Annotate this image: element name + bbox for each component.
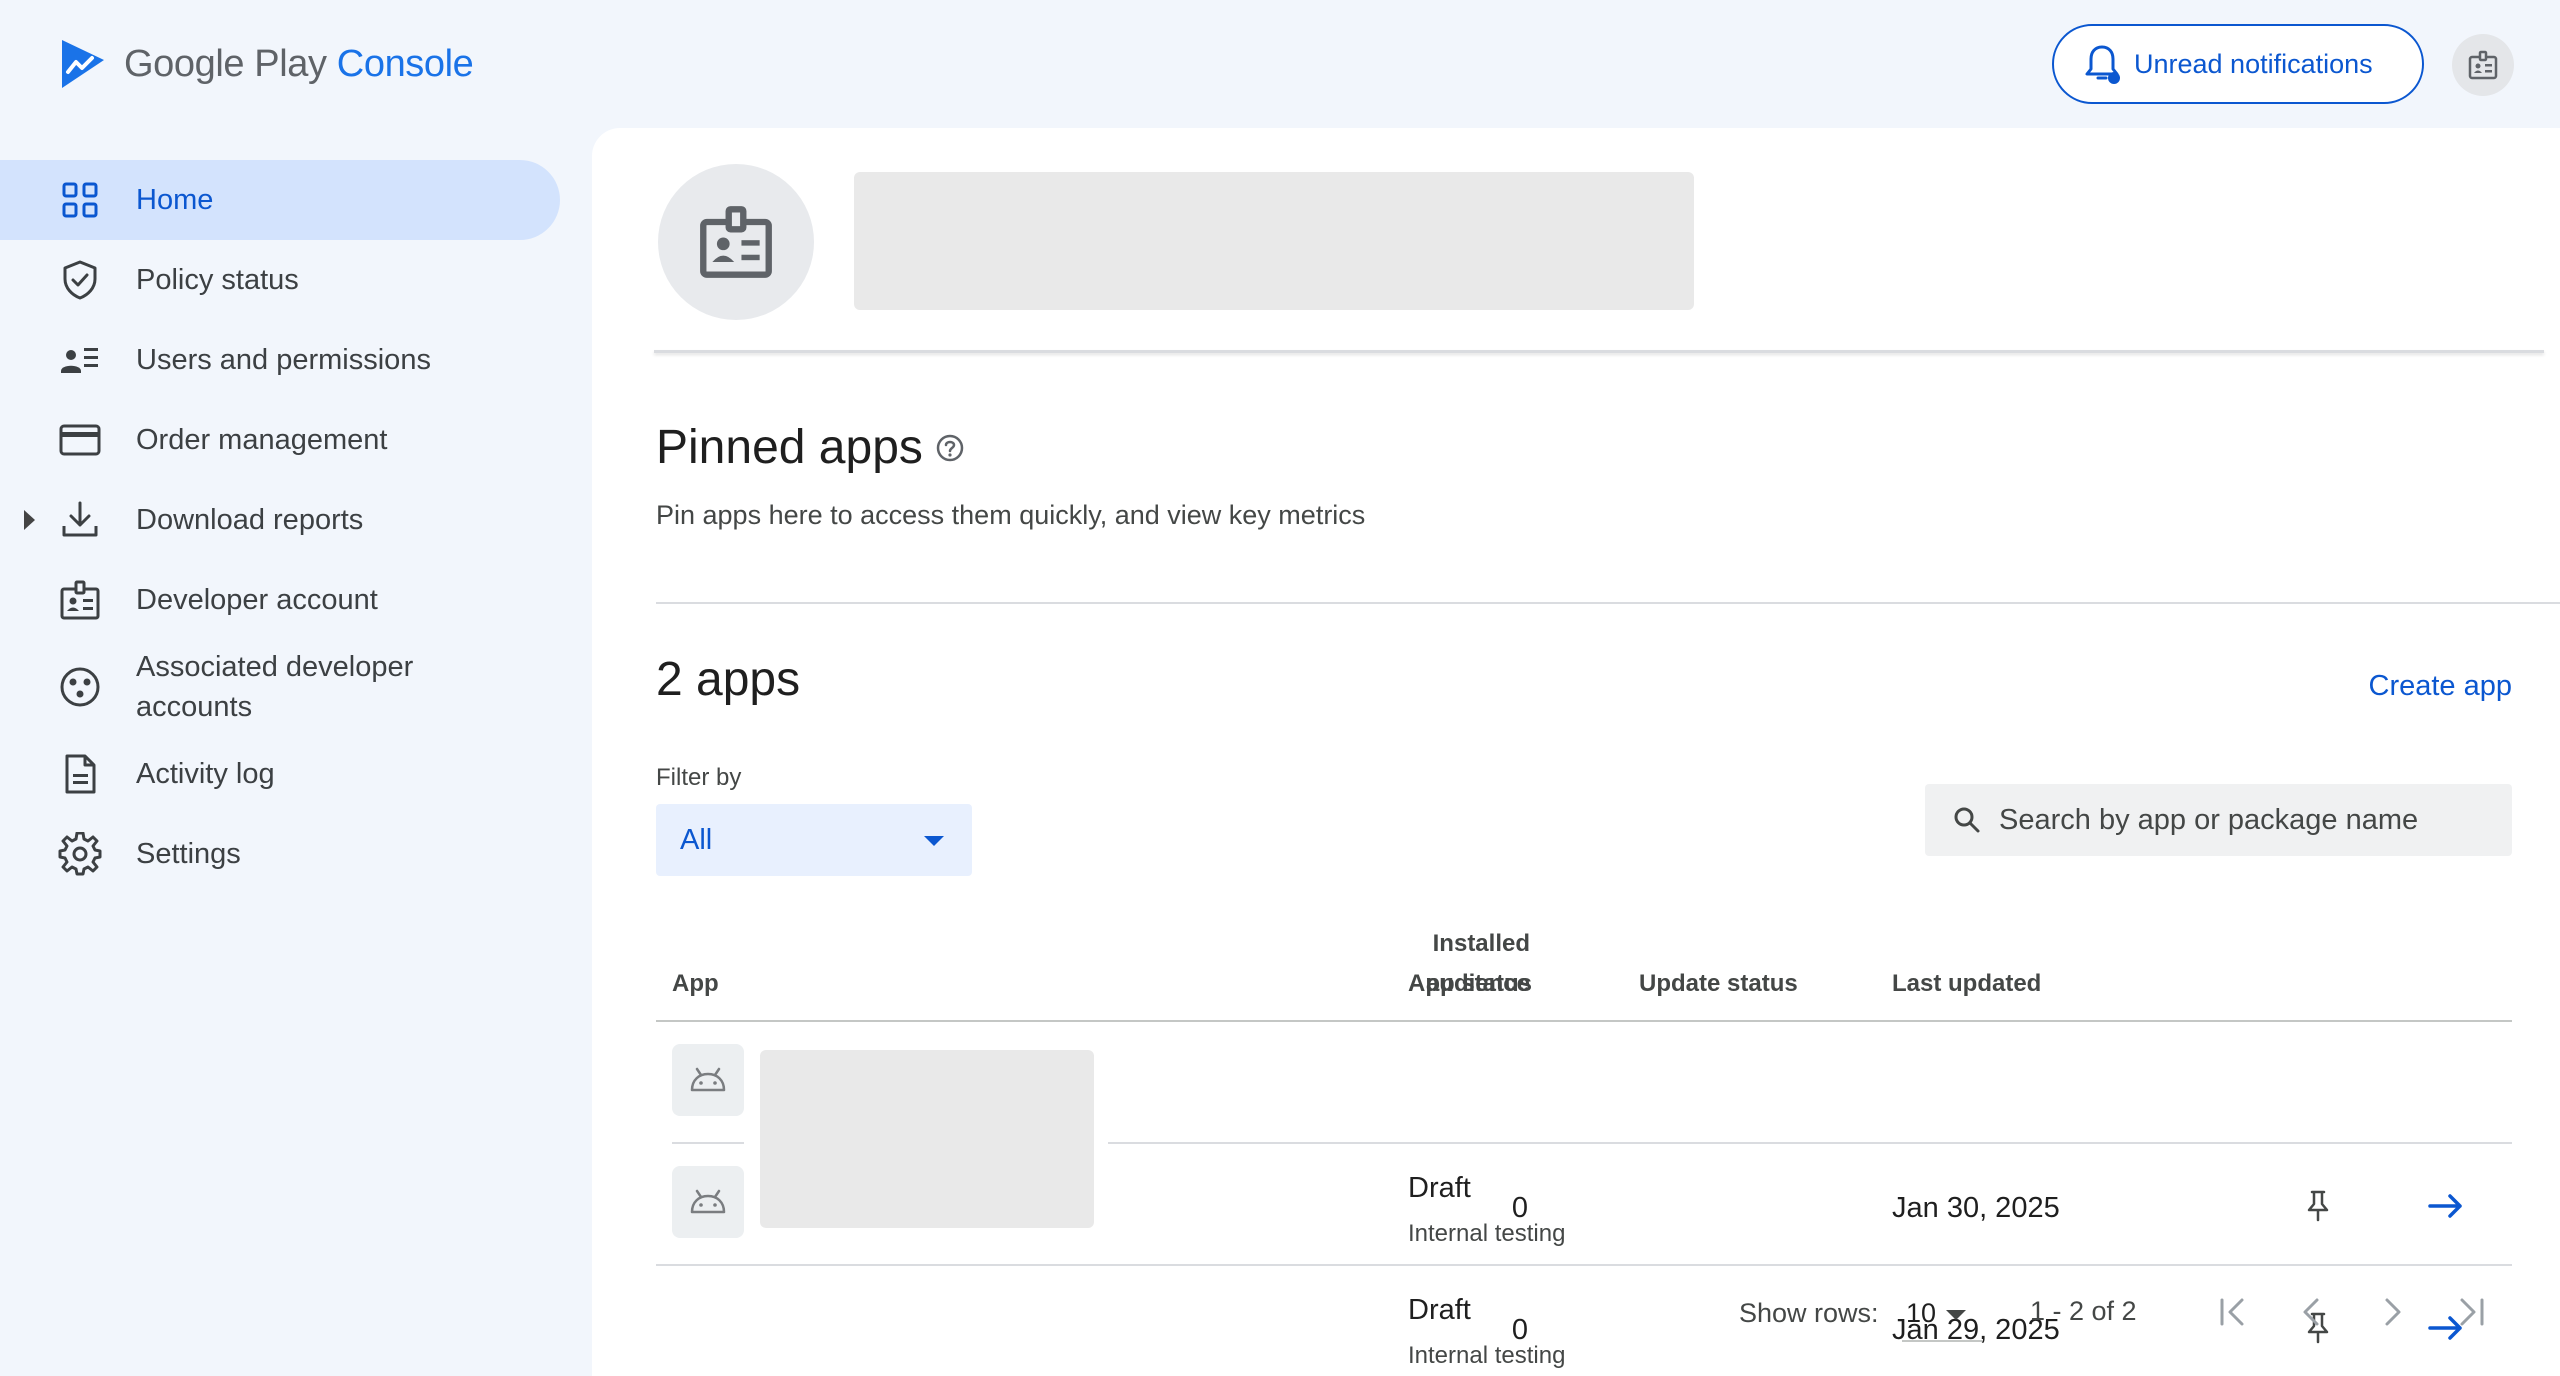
sidebar-nav: Home Policy status Users and permissions… bbox=[0, 160, 560, 894]
dropdown-arrow-icon bbox=[1946, 1310, 1966, 1320]
pin-icon bbox=[2307, 1190, 2329, 1222]
app-icon bbox=[672, 1166, 744, 1238]
row-divider bbox=[1108, 1142, 2512, 1144]
sidebar-item-settings[interactable]: Settings bbox=[0, 814, 560, 894]
open-app-button[interactable] bbox=[2422, 1182, 2470, 1230]
sidebar-item-users-and-permissions[interactable]: Users and permissions bbox=[0, 320, 560, 400]
rows-per-page-select[interactable]: 10 bbox=[1902, 1282, 1982, 1342]
filter-dropdown[interactable]: All bbox=[656, 804, 972, 876]
table-header-divider bbox=[656, 1020, 2512, 1022]
sidebar-item-label: Home bbox=[136, 184, 214, 216]
unread-notifications-button[interactable]: Unread notifications bbox=[2052, 24, 2424, 104]
sidebar-item-associated-developer-accounts[interactable]: Associated developer accounts bbox=[0, 640, 560, 734]
previous-page-button[interactable] bbox=[2290, 1290, 2334, 1334]
dropdown-arrow-icon bbox=[924, 836, 944, 846]
logo-text-google-play: Google Play bbox=[124, 42, 327, 85]
header-divider bbox=[654, 350, 2544, 353]
sidebar-item-activity-log[interactable]: Activity log bbox=[0, 734, 560, 814]
sidebar-item-label: Associated developer accounts bbox=[136, 651, 414, 723]
sidebar-item-label: Order management bbox=[136, 424, 388, 456]
badge-icon bbox=[700, 206, 772, 278]
arrow-right-icon bbox=[2428, 1194, 2462, 1218]
logo-text: Google Play Console bbox=[124, 42, 474, 86]
play-console-logo[interactable]: Google Play Console bbox=[58, 36, 474, 92]
sidebar-item-label: Users and permissions bbox=[136, 344, 431, 376]
sidebar-item-label: Developer account bbox=[136, 584, 378, 616]
app-name-placeholder bbox=[760, 1050, 1094, 1228]
credit-card-icon bbox=[59, 424, 101, 456]
row-divider bbox=[656, 1264, 2512, 1266]
column-header-last-updated: Last updated bbox=[1892, 970, 2042, 997]
first-page-icon bbox=[2220, 1298, 2244, 1326]
app-search-input[interactable] bbox=[1999, 803, 2499, 837]
column-header-app: App bbox=[672, 970, 719, 997]
sidebar-item-order-management[interactable]: Order management bbox=[0, 400, 560, 480]
pinned-apps-title: Pinned apps bbox=[656, 421, 923, 474]
bell-icon bbox=[2085, 45, 2120, 84]
account-avatar-button[interactable] bbox=[2452, 34, 2514, 96]
users-list-icon bbox=[61, 348, 98, 373]
first-page-button[interactable] bbox=[2210, 1290, 2254, 1334]
sidebar-item-policy-status[interactable]: Policy status bbox=[0, 240, 560, 320]
last-page-icon bbox=[2460, 1298, 2484, 1326]
play-console-logo-icon bbox=[62, 40, 104, 88]
sidebar-item-label: Activity log bbox=[136, 758, 275, 790]
pinned-apps-heading: Pinned apps bbox=[656, 420, 965, 475]
unread-notifications-label: Unread notifications bbox=[2134, 48, 2373, 79]
rows-per-page-value: 10 bbox=[1906, 1298, 1937, 1328]
column-header-app-status: App status bbox=[1408, 970, 1533, 997]
pinned-apps-description: Pin apps here to access them quickly, an… bbox=[656, 500, 1366, 530]
app-track-value: Internal testing bbox=[1408, 1220, 1566, 1247]
logo-text-console: Console bbox=[336, 42, 474, 85]
app-track-value: Internal testing bbox=[1408, 1342, 1566, 1369]
column-header-update-status: Update status bbox=[1639, 970, 1798, 997]
show-rows-label: Show rows: bbox=[1739, 1298, 1879, 1328]
badge-icon bbox=[2468, 50, 2498, 80]
grid-icon bbox=[62, 182, 98, 218]
sidebar-item-label: Policy status bbox=[136, 264, 299, 296]
expand-caret-icon[interactable] bbox=[24, 510, 35, 530]
developer-avatar bbox=[658, 164, 814, 320]
section-divider bbox=[656, 602, 2560, 604]
app-status-value: Draft bbox=[1408, 1172, 1471, 1204]
linked-accounts-icon bbox=[60, 667, 100, 707]
document-icon bbox=[65, 754, 96, 794]
sidebar-item-home[interactable]: Home bbox=[0, 160, 560, 240]
chevron-left-icon bbox=[2303, 1298, 2319, 1326]
search-icon bbox=[1954, 807, 1980, 833]
developer-name-placeholder bbox=[854, 172, 1694, 310]
create-app-link[interactable]: Create app bbox=[2369, 670, 2513, 703]
pin-app-button[interactable] bbox=[2294, 1182, 2342, 1230]
help-icon[interactable] bbox=[935, 433, 965, 463]
gear-icon bbox=[58, 832, 102, 876]
badge-icon bbox=[60, 580, 100, 620]
main-content: Pinned apps Pin apps here to access them… bbox=[592, 128, 2560, 1376]
chevron-right-icon bbox=[2385, 1298, 2401, 1326]
filter-by-label: Filter by bbox=[656, 764, 742, 791]
app-icon bbox=[672, 1044, 744, 1116]
filter-dropdown-value: All bbox=[680, 823, 713, 856]
download-icon bbox=[62, 501, 98, 537]
app-status-value: Draft bbox=[1408, 1294, 1471, 1326]
sidebar-item-label: Download reports bbox=[136, 504, 364, 536]
last-updated-value: Jan 30, 2025 bbox=[1892, 1192, 2060, 1224]
last-page-button[interactable] bbox=[2450, 1290, 2494, 1334]
app-search-box[interactable] bbox=[1925, 784, 2512, 856]
sidebar-item-download-reports[interactable]: Download reports bbox=[0, 480, 560, 560]
next-page-button[interactable] bbox=[2370, 1290, 2414, 1334]
android-icon bbox=[690, 1067, 726, 1092]
pagination-range: 1 - 2 of 2 bbox=[2030, 1296, 2137, 1326]
column-header-installed-line1: Installed bbox=[1432, 930, 1530, 957]
sidebar-item-label: Settings bbox=[136, 838, 241, 870]
apps-count-heading: 2 apps bbox=[656, 653, 801, 706]
android-icon bbox=[690, 1189, 726, 1214]
row-divider bbox=[672, 1142, 744, 1144]
shield-check-icon bbox=[63, 260, 97, 300]
sidebar-item-developer-account[interactable]: Developer account bbox=[0, 560, 560, 640]
